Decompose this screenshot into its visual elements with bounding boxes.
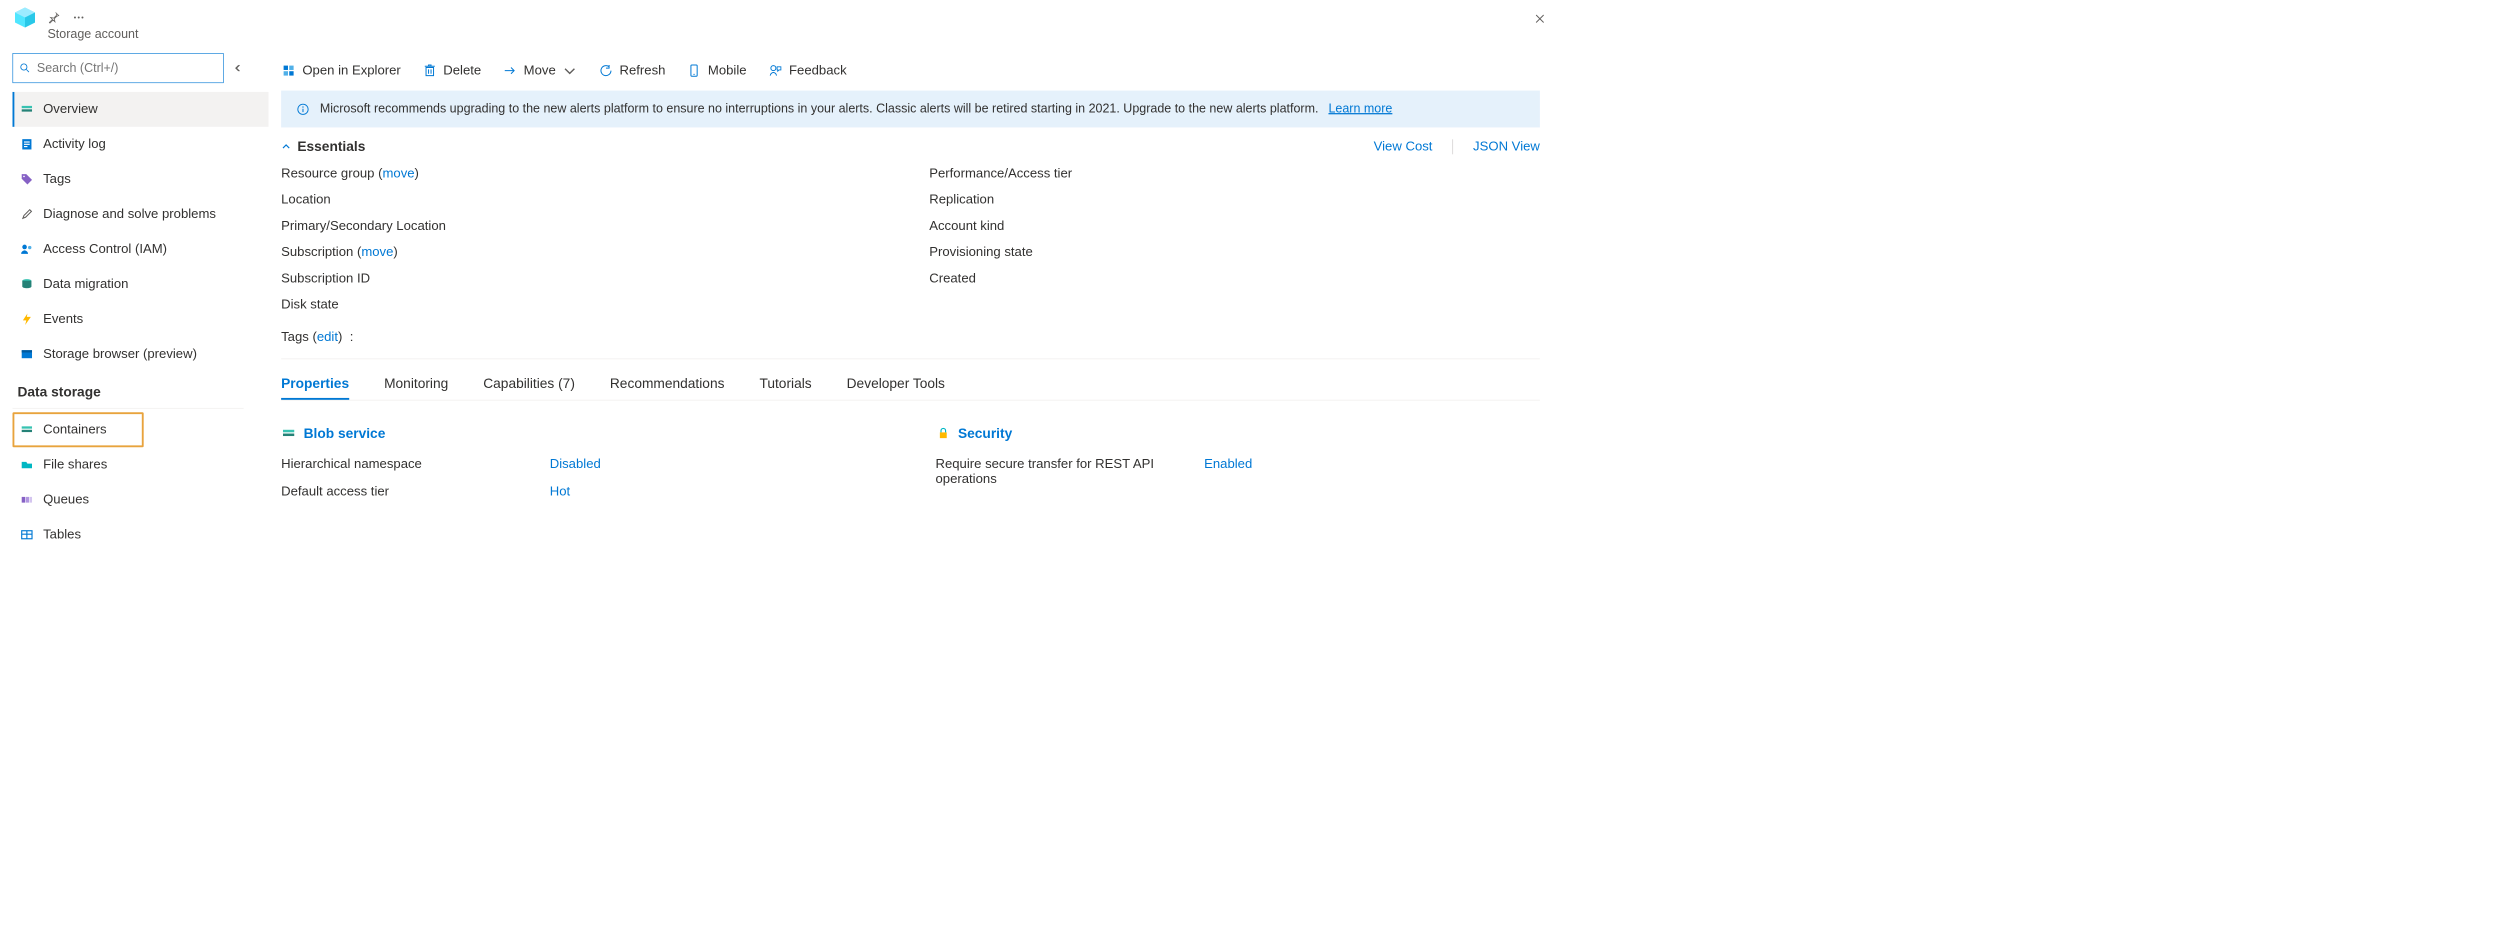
sidebar-item-tables[interactable]: Tables [12,517,268,552]
sidebar-item-label: Storage browser (preview) [43,347,197,362]
tab-recommendations[interactable]: Recommendations [610,375,725,399]
search-input[interactable] [12,53,223,83]
search-icon [19,62,30,73]
info-icon [296,102,310,116]
chevron-up-icon [281,142,291,152]
sidebar-item-label: Tags [43,172,71,187]
activity-log-icon [19,137,34,152]
collapse-sidebar-icon[interactable] [231,61,246,76]
file-shares-icon [19,457,34,472]
sidebar-item-label: File shares [43,457,107,472]
tags-edit-link[interactable]: edit [317,330,338,344]
tab-properties[interactable]: Properties [281,375,349,399]
sidebar-item-label: Data migration [43,277,128,292]
subscription-move-link[interactable]: move [361,245,393,259]
mobile-icon [687,63,702,78]
refresh-button[interactable]: Refresh [598,63,665,78]
delete-icon [422,63,437,78]
tab-bar: Properties Monitoring Capabilities (7) R… [281,375,1540,399]
blob-service-link[interactable]: Blob service [281,425,885,441]
more-icon[interactable] [72,11,84,23]
mobile-button[interactable]: Mobile [687,63,747,78]
sidebar-item-label: Activity log [43,137,106,152]
resource-type-label: Storage account [47,27,1558,41]
storage-browser-icon [19,347,34,362]
explorer-icon [281,63,296,78]
sidebar-item-label: Tables [43,527,81,542]
sidebar-item-label: Queues [43,492,89,507]
view-cost-link[interactable]: View Cost [1374,139,1433,154]
tags-icon [19,172,34,187]
move-icon [502,63,517,78]
queues-icon [19,492,34,507]
overview-icon [19,102,34,117]
chevron-down-icon [562,63,577,78]
data-migration-icon [19,277,34,292]
tab-monitoring[interactable]: Monitoring [384,375,448,399]
tab-tutorials[interactable]: Tutorials [759,375,811,399]
refresh-icon [598,63,613,78]
sidebar-item-storage-browser[interactable]: Storage browser (preview) [12,337,268,372]
move-button[interactable]: Move [502,63,577,78]
sidebar-section-data-storage: Data storage [12,372,243,409]
lock-icon [935,426,950,441]
sidebar-item-label: Events [43,312,83,327]
sidebar-item-file-shares[interactable]: File shares [12,447,268,482]
default-access-tier-value[interactable]: Hot [550,484,570,499]
sidebar-item-overview[interactable]: Overview [12,92,268,127]
json-view-link[interactable]: JSON View [1473,139,1540,154]
learn-more-link[interactable]: Learn more [1328,102,1392,116]
sidebar-item-tags[interactable]: Tags [12,162,268,197]
command-bar: Open in Explorer Delete Move Refresh Mob… [281,53,1540,90]
secure-transfer-value[interactable]: Enabled [1204,457,1252,487]
sidebar-item-diagnose[interactable]: Diagnose and solve problems [12,197,268,232]
sidebar-item-data-migration[interactable]: Data migration [12,267,268,302]
sidebar-item-label: Diagnose and solve problems [43,207,216,222]
security-link[interactable]: Security [935,425,1539,441]
tables-icon [19,527,34,542]
feedback-button[interactable]: Feedback [768,63,847,78]
sidebar-item-events[interactable]: Events [12,302,268,337]
containers-icon [19,422,34,437]
sidebar-item-queues[interactable]: Queues [12,482,268,517]
pin-icon[interactable] [47,11,59,23]
sidebar-item-access-control[interactable]: Access Control (IAM) [12,232,268,267]
close-icon[interactable] [1534,12,1546,24]
sidebar-item-label: Containers [43,422,106,437]
sidebar-item-containers[interactable]: Containers [12,412,143,447]
info-banner: Microsoft recommends upgrading to the ne… [281,91,1540,128]
tab-developer-tools[interactable]: Developer Tools [847,375,945,399]
storage-account-icon [12,5,37,30]
open-in-explorer-button[interactable]: Open in Explorer [281,63,401,78]
sidebar-item-label: Access Control (IAM) [43,242,167,257]
access-control-icon [19,242,34,257]
blob-service-icon [281,426,296,441]
feedback-icon [768,63,783,78]
sidebar-item-label: Overview [43,102,98,117]
events-icon [19,312,34,327]
tab-capabilities[interactable]: Capabilities (7) [483,375,575,399]
essentials-toggle[interactable]: Essentials [281,139,365,155]
diagnose-icon [19,207,34,222]
delete-button[interactable]: Delete [422,63,481,78]
sidebar-item-activity-log[interactable]: Activity log [12,127,268,162]
resource-group-move-link[interactable]: move [382,166,414,180]
hierarchical-namespace-value[interactable]: Disabled [550,457,601,472]
